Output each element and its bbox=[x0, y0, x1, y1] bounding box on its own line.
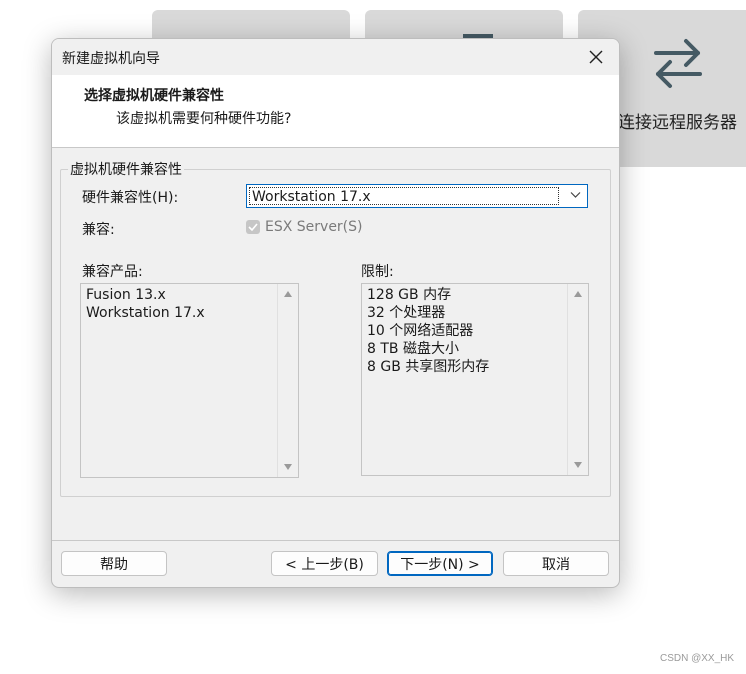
chevron-down-icon bbox=[570, 192, 581, 198]
header-subtitle: 该虚拟机需要何种硬件功能? bbox=[116, 111, 292, 127]
next-button[interactable]: 下一步(N) > bbox=[387, 551, 493, 576]
new-vm-wizard-dialog: 新建虚拟机向导 选择虚拟机硬件兼容性 该虚拟机需要何种硬件功能? 虚拟机硬件兼容… bbox=[51, 38, 620, 588]
scroll-up-icon[interactable] bbox=[573, 290, 583, 298]
list-item: 8 GB 共享图形内存 bbox=[367, 359, 490, 375]
esx-server-checkbox[interactable]: ESX Server(S) bbox=[246, 219, 363, 235]
connect-remote-server-label: 连接远程服务器 bbox=[618, 113, 737, 133]
group-label: 虚拟机硬件兼容性 bbox=[68, 159, 184, 179]
compat-label: 兼容: bbox=[82, 222, 115, 238]
list-item: 128 GB 内存 bbox=[367, 287, 452, 303]
list-item: 8 TB 磁盘大小 bbox=[367, 341, 459, 357]
hw-compat-value: Workstation 17.x bbox=[249, 187, 559, 205]
title-bar: 新建虚拟机向导 bbox=[52, 39, 619, 75]
wizard-header: 选择虚拟机硬件兼容性 该虚拟机需要何种硬件功能? bbox=[52, 75, 619, 148]
header-title: 选择虚拟机硬件兼容性 bbox=[84, 88, 224, 104]
limits-label: 限制: bbox=[361, 264, 394, 280]
scroll-down-icon[interactable] bbox=[283, 463, 293, 471]
scroll-down-icon[interactable] bbox=[573, 461, 583, 469]
cancel-button[interactable]: 取消 bbox=[503, 551, 609, 576]
scroll-up-icon[interactable] bbox=[283, 290, 293, 298]
hw-compat-select[interactable]: Workstation 17.x bbox=[246, 184, 588, 208]
products-scrollbar[interactable] bbox=[277, 284, 298, 477]
esx-server-label: ESX Server(S) bbox=[265, 219, 363, 235]
close-button[interactable] bbox=[581, 43, 611, 71]
list-item: Fusion 13.x bbox=[86, 287, 166, 303]
products-label: 兼容产品: bbox=[82, 264, 143, 280]
list-item: Workstation 17.x bbox=[86, 305, 205, 321]
dialog-title: 新建虚拟机向导 bbox=[62, 51, 160, 67]
limits-listbox[interactable]: 128 GB 内存 32 个处理器 10 个网络适配器 8 TB 磁盘大小 8 … bbox=[361, 283, 589, 476]
close-icon bbox=[589, 50, 603, 64]
help-button[interactable]: 帮助 bbox=[61, 551, 167, 576]
hw-compat-label: 硬件兼容性(H): bbox=[82, 190, 179, 206]
back-button[interactable]: < 上一步(B) bbox=[271, 551, 378, 576]
swap-arrows-icon bbox=[654, 39, 702, 88]
products-list: Fusion 13.x Workstation 17.x bbox=[86, 286, 205, 322]
list-item: 32 个处理器 bbox=[367, 305, 446, 321]
limits-list: 128 GB 内存 32 个处理器 10 个网络适配器 8 TB 磁盘大小 8 … bbox=[367, 286, 489, 376]
limits-scrollbar[interactable] bbox=[567, 284, 588, 475]
watermark: CSDN @XX_HK bbox=[660, 653, 735, 664]
products-listbox[interactable]: Fusion 13.x Workstation 17.x bbox=[80, 283, 299, 478]
checkbox-checked-icon bbox=[246, 220, 260, 234]
footer-divider bbox=[52, 540, 619, 541]
list-item: 10 个网络适配器 bbox=[367, 323, 474, 339]
